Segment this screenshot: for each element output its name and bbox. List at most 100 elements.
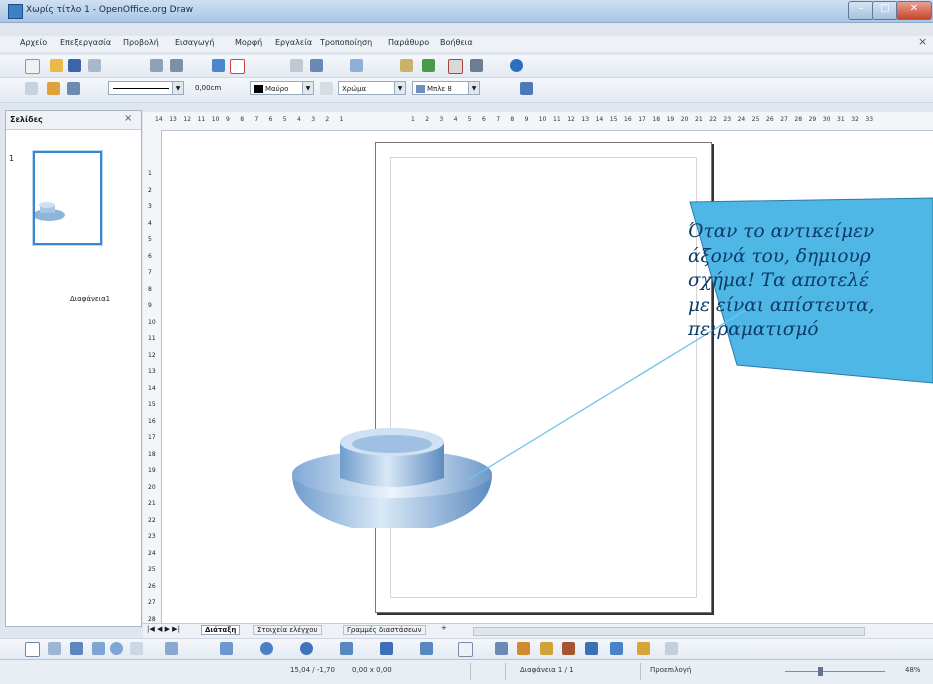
drawing-canvas[interactable]: Όταν το αντικείμεν άξονά του, δημιουρ σχ… xyxy=(162,131,933,624)
block-arrows-icon[interactable] xyxy=(340,642,353,655)
ruler-tick-label: 21 xyxy=(148,500,156,507)
line-width-field[interactable]: 0,00cm xyxy=(192,81,246,95)
ruler-tick-label: 1 xyxy=(148,170,152,177)
shadow-icon[interactable] xyxy=(520,82,533,95)
ruler-tick-label: 10 xyxy=(148,318,156,326)
ruler-tick-label: 3 xyxy=(311,116,316,123)
undo-icon[interactable] xyxy=(350,59,363,72)
menu-window[interactable]: Παράθυρο xyxy=(388,38,429,47)
help-icon[interactable] xyxy=(510,59,523,72)
menu-format[interactable]: Μορφή xyxy=(235,38,262,47)
separator xyxy=(505,663,506,680)
ruler-tick-label: 3 xyxy=(439,116,444,123)
menu-help[interactable]: Βοήθεια xyxy=(440,38,473,47)
horizontal-scrollbar[interactable] xyxy=(473,627,865,636)
rectangle-icon[interactable] xyxy=(92,642,105,655)
vertical-ruler[interactable]: 1 2 3 4 5 6 7 8 9 10 11 12 13 14 15 16 17 18 19 20 21 22 23 24 2… xyxy=(143,130,162,628)
close-document-icon[interactable]: × xyxy=(918,35,927,48)
ruler-tick-label: 5 xyxy=(282,116,287,123)
ruler-tick-label: 9 xyxy=(524,116,529,123)
add-tab-icon[interactable]: + xyxy=(441,624,447,632)
text-icon[interactable] xyxy=(130,642,143,655)
tab-controls[interactable]: Στοιχεία ελέγχου xyxy=(253,625,322,635)
new-icon[interactable] xyxy=(25,59,40,74)
paste-icon[interactable] xyxy=(310,59,323,72)
ruler-tick-label: 6 xyxy=(268,116,273,123)
from-file-icon[interactable] xyxy=(540,642,553,655)
line-icon[interactable] xyxy=(67,82,80,95)
area-fill-select[interactable]: Μπλε 8 ▼ xyxy=(412,81,480,95)
basic-shapes-icon[interactable] xyxy=(260,642,273,655)
maximize-button[interactable]: □ xyxy=(872,1,898,20)
line-style-select[interactable]: ▼ xyxy=(108,81,184,95)
thumbnail-eggcup-icon xyxy=(35,202,65,221)
menu-file[interactable]: Αρχείο xyxy=(20,38,47,47)
print-preview-icon[interactable] xyxy=(170,59,183,72)
alignment-icon[interactable] xyxy=(665,642,678,655)
navigator-icon[interactable] xyxy=(422,59,435,72)
fontwork-icon[interactable] xyxy=(517,642,530,655)
menu-bar: Αρχείο Επεξεργασία Προβολή Εισαγωγή Μορφ… xyxy=(0,35,933,52)
flowchart-icon[interactable] xyxy=(380,642,393,655)
styles-icon[interactable] xyxy=(25,82,38,95)
ruler-tick-label: 6 xyxy=(148,252,152,260)
ruler-tick-label: 9 xyxy=(148,302,152,309)
horizontal-ruler[interactable]: 14 13 12 11 10 9 8 7 6 5 4 3 2 1 1 2 3 4 5 6 7 8 9 10 11 12 13 14 15… xyxy=(143,112,933,131)
ellipse-icon[interactable] xyxy=(110,642,123,655)
ruler-tick-label: 16 xyxy=(624,116,632,123)
3d-objects-icon[interactable] xyxy=(610,642,623,655)
chart-icon[interactable] xyxy=(400,59,413,72)
ruler-tick-label: 1 xyxy=(339,116,344,123)
zoom-slider-handle[interactable] xyxy=(818,667,823,676)
ruler-tick-label: 13 xyxy=(148,368,156,375)
symbol-shapes-icon[interactable] xyxy=(300,642,313,655)
menu-view[interactable]: Προβολή xyxy=(123,38,159,47)
open-icon[interactable] xyxy=(50,59,63,72)
email-icon[interactable] xyxy=(88,59,101,72)
curve-icon[interactable] xyxy=(165,642,178,655)
menu-insert[interactable]: Εισαγωγή xyxy=(175,38,214,47)
effects-icon[interactable] xyxy=(637,642,650,655)
callout-line: Όταν το αντικείμεν xyxy=(688,221,875,242)
connector-icon[interactable] xyxy=(220,642,233,655)
line-color-select[interactable]: Μαύρο ▼ xyxy=(250,81,314,95)
slide-thumbnail[interactable] xyxy=(33,151,102,245)
print-icon[interactable] xyxy=(150,59,163,72)
stars-icon[interactable] xyxy=(458,642,473,657)
close-button[interactable]: ✕ xyxy=(896,1,932,20)
zoom-icon[interactable] xyxy=(470,59,483,72)
menu-tools[interactable]: Εργαλεία xyxy=(275,38,312,47)
gallery-toolbar-icon[interactable] xyxy=(562,642,575,655)
ruler-tick-label: 14 xyxy=(155,116,163,123)
menu-modify[interactable]: Τροποποίηση xyxy=(320,38,372,47)
callouts-icon[interactable] xyxy=(420,642,433,655)
separator xyxy=(640,663,641,680)
callout-line: πειραματισμό xyxy=(688,319,819,340)
spellcheck-icon[interactable] xyxy=(212,59,225,72)
ruler-tick-label: 5 xyxy=(148,236,152,243)
tab-dimension-lines[interactable]: Γραμμές διαστάσεων xyxy=(343,625,426,635)
ruler-tick-label: 24 xyxy=(148,549,156,557)
copy-icon[interactable] xyxy=(290,59,303,72)
line-tool-icon[interactable] xyxy=(48,642,61,655)
ruler-tick-label: 26 xyxy=(148,582,156,590)
tab-layout[interactable]: Διάταξη xyxy=(201,625,241,635)
menu-edit[interactable]: Επεξεργασία xyxy=(60,38,111,47)
save-icon[interactable] xyxy=(68,59,81,72)
gallery-icon[interactable] xyxy=(448,59,463,74)
minimize-button[interactable]: – xyxy=(848,1,874,20)
zoom-slider[interactable] xyxy=(785,671,885,672)
autospell-icon[interactable] xyxy=(230,59,245,74)
arrow-tool-icon[interactable] xyxy=(70,642,83,655)
tab-navigation[interactable]: |◀ ◀ ▶ ▶| xyxy=(147,625,180,633)
fill-format-icon[interactable] xyxy=(47,82,60,95)
3d-rotation-object[interactable] xyxy=(282,416,502,556)
layer-tabs-bar: |◀ ◀ ▶ ▶| Διάταξη Στοιχεία ελέγχου Γραμμ… xyxy=(143,623,933,638)
extrusion-icon[interactable] xyxy=(585,642,598,655)
area-style-icon[interactable] xyxy=(320,82,333,95)
points-icon[interactable] xyxy=(495,642,508,655)
ruler-tick-label: 17 xyxy=(638,116,646,123)
close-panel-icon[interactable]: × xyxy=(124,113,132,124)
area-style-select[interactable]: Χρώμα ▼ xyxy=(338,81,406,95)
select-icon[interactable] xyxy=(25,642,40,657)
